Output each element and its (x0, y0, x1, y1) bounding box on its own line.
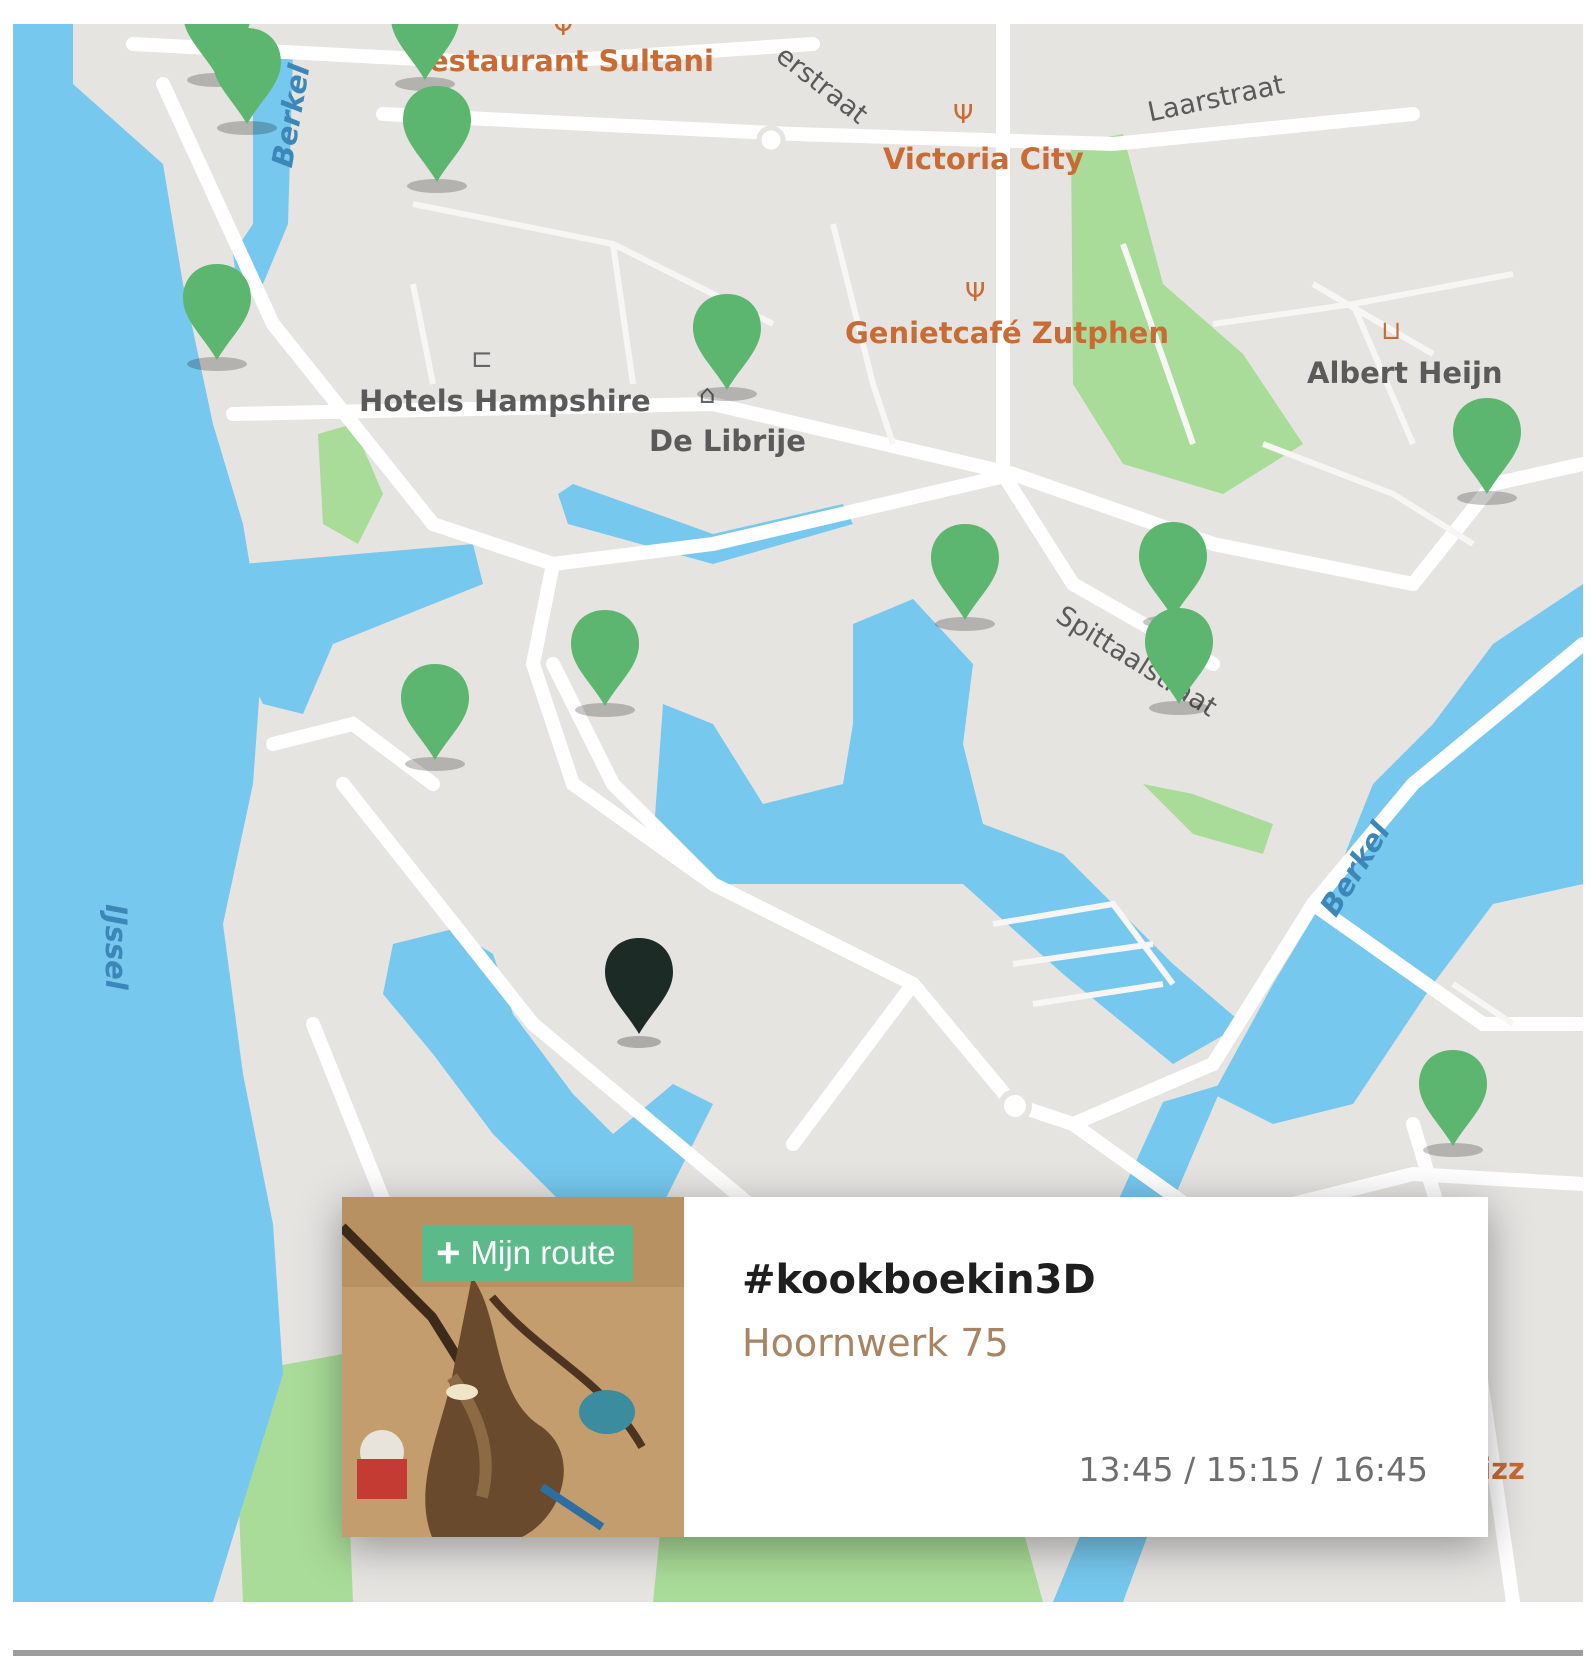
map-marker[interactable] (1451, 394, 1523, 510)
map-marker[interactable] (569, 606, 641, 722)
map-marker[interactable] (211, 24, 283, 140)
plus-icon: + (436, 1229, 461, 1276)
cart-icon: ⊔ (1381, 316, 1402, 346)
map-marker[interactable] (399, 660, 471, 776)
poi-label-de-librije[interactable]: De Librije (649, 424, 806, 458)
add-to-route-button[interactable]: + Mijn route (422, 1225, 634, 1281)
add-to-route-label: Mijn route (470, 1234, 616, 1271)
location-details: #kookboekin3D Hoornwerk 75 13:45 / 15:15… (684, 1197, 1488, 1537)
fork-knife-icon: Ψ (965, 278, 986, 308)
water-label-ijssel: IJssel (99, 904, 133, 990)
poi-label-genietcafe[interactable]: Genietcafé Zutphen (845, 316, 1169, 350)
divider (13, 1650, 1583, 1656)
location-photo: + Mijn route (342, 1197, 684, 1537)
map-marker-selected[interactable] (603, 934, 675, 1050)
map-marker[interactable] (929, 520, 1001, 636)
location-card[interactable]: + Mijn route #kookboekin3D Hoornwerk 75 … (342, 1197, 1488, 1537)
location-address: Hoornwerk 75 (742, 1321, 1009, 1365)
poi-label-victoria-city[interactable]: Victoria City (883, 142, 1084, 176)
poi-label-hotels-hampshire[interactable]: Hotels Hampshire (359, 384, 651, 418)
poi-label-restaurant-sultani[interactable]: estaurant Sultani (429, 44, 714, 78)
map-marker[interactable] (691, 290, 763, 406)
map-marker[interactable] (401, 82, 473, 198)
fork-knife-icon: Ψ (953, 100, 974, 130)
map-marker[interactable] (1417, 1046, 1489, 1162)
fork-knife-icon: Ψ (553, 24, 574, 42)
bed-icon: ⊏ (471, 344, 493, 374)
map-marker[interactable] (181, 260, 253, 376)
poi-label-albert-heijn[interactable]: Albert Heijn (1307, 356, 1503, 390)
map-marker[interactable] (1143, 604, 1215, 720)
location-title[interactable]: #kookboekin3D (742, 1257, 1096, 1303)
location-times: 13:45 / 15:15 / 16:45 (1078, 1450, 1429, 1489)
